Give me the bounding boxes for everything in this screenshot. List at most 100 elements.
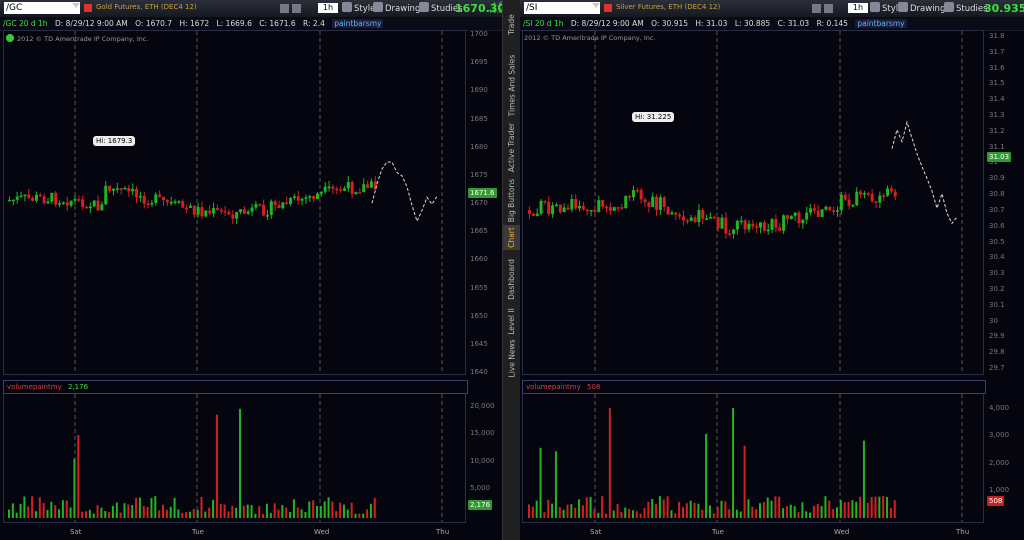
volume-bar [878, 496, 881, 518]
candle-body [61, 202, 65, 204]
volume-bar [739, 511, 742, 518]
volume-bar [701, 509, 704, 518]
volume-bar [254, 513, 257, 518]
volume-bar [73, 458, 76, 518]
candle-body [265, 215, 269, 217]
silver-chart-panel: /SI Silver Futures, ETH (DEC4 12) 1h Sty… [520, 0, 1024, 540]
candle-body [34, 194, 38, 201]
candle-body [620, 207, 624, 209]
candle-body [812, 208, 816, 211]
candle-body [235, 212, 239, 219]
volume-bar [11, 503, 14, 518]
volume-bar [605, 513, 607, 518]
candle-body [570, 199, 574, 210]
volume-bar [628, 508, 631, 518]
candle-body [204, 210, 208, 217]
candle-body [893, 191, 897, 197]
candle-body [589, 210, 593, 212]
volume-bar [639, 513, 642, 518]
tab-dashboard[interactable]: Dashboard [503, 255, 520, 303]
volume-bar [327, 497, 330, 518]
volume-bar [50, 501, 53, 518]
candle-body [720, 217, 724, 229]
volume-bar [809, 512, 812, 518]
candle-body [870, 193, 874, 202]
volume-bar [843, 502, 846, 518]
tab-level-ii[interactable]: Level II [503, 305, 520, 337]
tab-live-news[interactable]: Live News [503, 338, 520, 378]
candle-body [843, 194, 847, 200]
volume-bar [27, 506, 30, 518]
candle-body [651, 196, 655, 207]
volume-bar [528, 504, 530, 518]
volume-bar [119, 512, 122, 518]
candle-body [250, 207, 254, 212]
tab-active-trader[interactable]: Active Trader [503, 120, 520, 175]
volume-bar [882, 496, 885, 518]
candle-body [597, 200, 601, 212]
volume-bar [678, 501, 681, 518]
volume-bar [828, 500, 831, 518]
volume-bar [570, 504, 573, 518]
candle-body [674, 212, 678, 215]
volume-bar [601, 496, 604, 518]
volume-bar [373, 498, 376, 518]
volume-bar [785, 506, 788, 518]
candle-body [774, 219, 778, 228]
candle-body [296, 196, 300, 201]
tab-chart[interactable]: Chart [503, 225, 520, 250]
volume-bar [61, 500, 64, 518]
candle-body [554, 204, 558, 207]
candle-body [42, 196, 46, 204]
candle-body [119, 188, 123, 190]
candle-body [239, 209, 242, 213]
candle-body [878, 195, 882, 203]
candle-body [246, 211, 250, 214]
volume-bar [46, 509, 49, 518]
candle-body [766, 229, 770, 232]
volume-bar [574, 507, 577, 518]
candle-body [824, 206, 828, 210]
candle-body [851, 205, 855, 207]
volume-bar [755, 509, 758, 518]
candle-body [566, 207, 570, 210]
volume-bar [682, 507, 684, 518]
tab-trade[interactable]: Trade [503, 4, 520, 44]
volume-bar [870, 496, 873, 518]
volume-bar [42, 503, 45, 518]
volume-bar [208, 507, 211, 518]
candle-body [547, 201, 551, 215]
candle-body [350, 181, 354, 194]
candle-body [886, 188, 890, 196]
volume-bar [612, 510, 615, 518]
volume-bar [150, 498, 153, 518]
candle-body [762, 222, 766, 231]
volume-bar [319, 506, 322, 518]
candle-body [759, 222, 762, 228]
volume-bar [127, 504, 130, 518]
volume-bar [346, 509, 349, 518]
candle-body [104, 185, 108, 205]
candle-body [65, 202, 69, 206]
candle-body [115, 188, 119, 190]
candle-body [312, 196, 316, 200]
volume-bar [239, 408, 241, 518]
volume-bar [100, 507, 103, 518]
candle-body [111, 188, 115, 191]
volume-bar [789, 504, 792, 518]
volume-bar [350, 502, 353, 518]
volume-bar [215, 414, 218, 518]
volume-bar [851, 500, 854, 518]
volume-bar [246, 504, 249, 518]
volume-bar [762, 502, 765, 518]
volume-bar [732, 408, 735, 518]
volume-bar [751, 506, 754, 518]
candle-body [743, 220, 747, 230]
candle-body [146, 203, 150, 206]
volume-bar [651, 498, 654, 518]
volume-bar [242, 505, 245, 518]
volume-bar [19, 503, 22, 518]
volume-bar [339, 502, 342, 518]
tab-times-and-sales[interactable]: Times And Sales [503, 50, 520, 120]
tab-big-buttons[interactable]: Big Buttons [503, 175, 520, 225]
